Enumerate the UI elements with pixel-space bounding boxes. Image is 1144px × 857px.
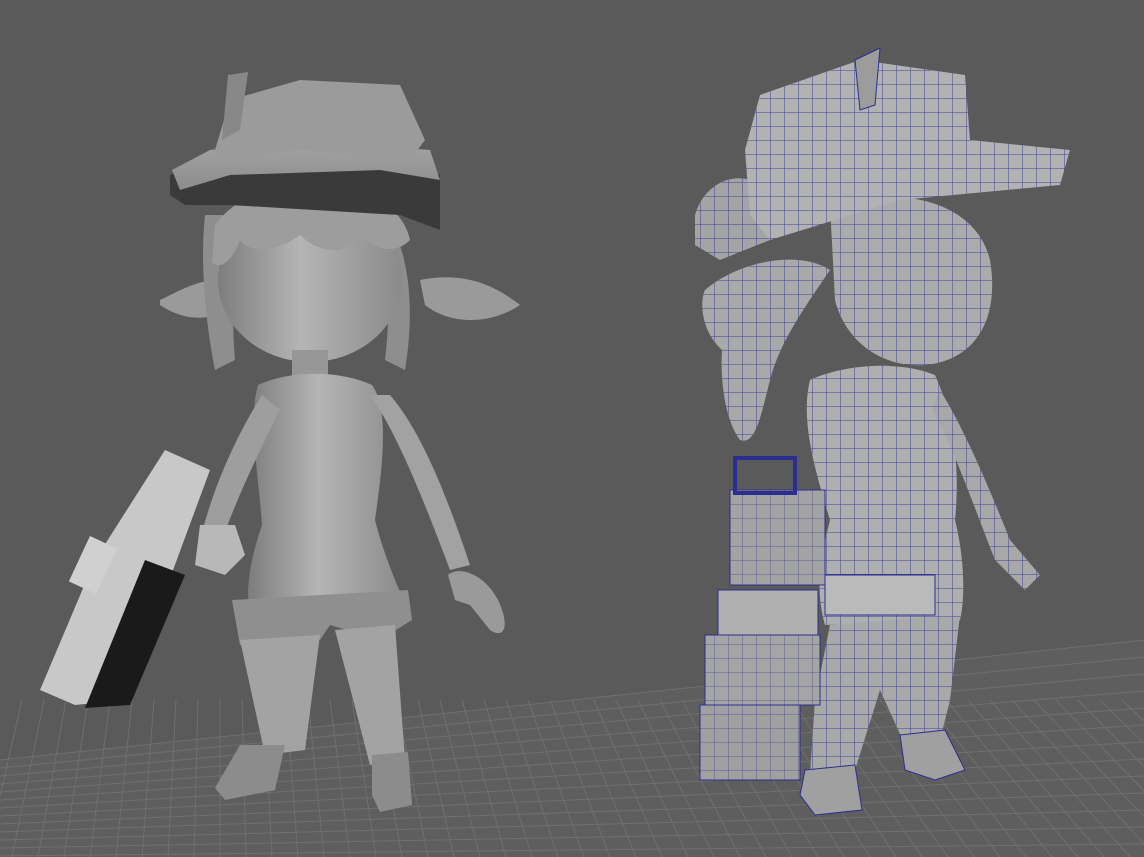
viewport-canvas[interactable] (0, 0, 1144, 857)
ground-grid (0, 639, 1144, 857)
shaded-character[interactable] (40, 72, 520, 812)
3d-viewport[interactable] (0, 0, 1144, 857)
weapon-prop (40, 450, 245, 708)
